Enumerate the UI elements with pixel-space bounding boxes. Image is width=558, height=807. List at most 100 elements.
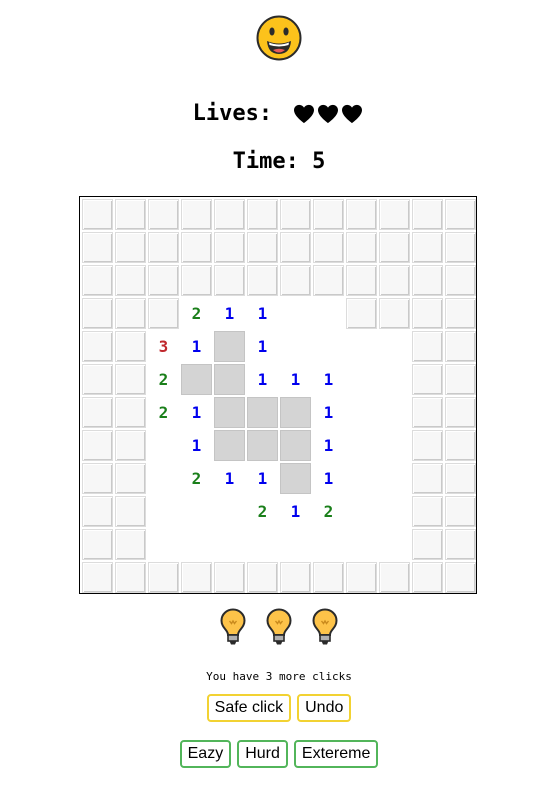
board-cell[interactable]	[148, 463, 179, 494]
board-cell[interactable]	[181, 265, 212, 296]
board-cell[interactable]	[346, 529, 377, 560]
board-cell[interactable]	[214, 364, 245, 395]
board-cell[interactable]	[181, 232, 212, 263]
board-cell[interactable]	[214, 496, 245, 527]
board-cell[interactable]	[346, 265, 377, 296]
board-cell-number[interactable]: 2	[181, 463, 212, 494]
board-cell[interactable]	[82, 463, 113, 494]
board-cell[interactable]	[346, 397, 377, 428]
board-cell[interactable]	[445, 232, 476, 263]
board-cell[interactable]	[115, 496, 146, 527]
board-cell[interactable]	[379, 562, 410, 593]
difficulty-hard-button[interactable]: Hurd	[237, 740, 288, 768]
smiley-face-icon[interactable]	[256, 15, 302, 61]
board-cell-number[interactable]: 1	[313, 364, 344, 395]
board-cell[interactable]	[346, 463, 377, 494]
board-cell[interactable]	[412, 397, 443, 428]
board-cell[interactable]	[346, 232, 377, 263]
board-cell[interactable]	[313, 265, 344, 296]
board-cell[interactable]	[214, 265, 245, 296]
board-cell[interactable]	[115, 364, 146, 395]
board-cell[interactable]	[412, 298, 443, 329]
board-cell-number[interactable]: 1	[313, 430, 344, 461]
board-cell[interactable]	[412, 496, 443, 527]
board-cell[interactable]	[346, 199, 377, 230]
difficulty-extreme-button[interactable]: Extereme	[293, 740, 379, 768]
board-cell[interactable]	[379, 397, 410, 428]
board-cell[interactable]	[181, 364, 212, 395]
board-cell[interactable]	[445, 364, 476, 395]
board-cell[interactable]	[346, 430, 377, 461]
board-cell-number[interactable]: 1	[247, 298, 278, 329]
board-cell[interactable]	[379, 232, 410, 263]
board-cell[interactable]	[445, 199, 476, 230]
board-cell[interactable]	[412, 430, 443, 461]
board-cell[interactable]	[445, 562, 476, 593]
board-cell[interactable]	[280, 430, 311, 461]
board-cell[interactable]	[280, 199, 311, 230]
board-cell[interactable]	[346, 364, 377, 395]
lightbulb-icon[interactable]	[312, 608, 338, 646]
board-cell[interactable]	[412, 331, 443, 362]
board-cell-number[interactable]: 1	[247, 364, 278, 395]
board-cell[interactable]	[247, 529, 278, 560]
board-cell[interactable]	[280, 397, 311, 428]
board-cell[interactable]	[247, 430, 278, 461]
board-cell[interactable]	[214, 331, 245, 362]
board-cell[interactable]	[214, 430, 245, 461]
difficulty-easy-button[interactable]: Eazy	[179, 740, 232, 768]
board-cell[interactable]	[82, 397, 113, 428]
board-cell-number[interactable]: 1	[181, 331, 212, 362]
board-cell-number[interactable]: 1	[247, 463, 278, 494]
board-cell[interactable]	[181, 496, 212, 527]
board-cell[interactable]	[82, 496, 113, 527]
board-cell[interactable]	[214, 199, 245, 230]
board-cell[interactable]	[379, 199, 410, 230]
board-cell-number[interactable]: 3	[148, 331, 179, 362]
board-cell[interactable]	[280, 265, 311, 296]
board-cell[interactable]	[313, 529, 344, 560]
board-cell[interactable]	[82, 265, 113, 296]
board-cell[interactable]	[115, 463, 146, 494]
board-cell[interactable]	[115, 430, 146, 461]
board-cell[interactable]	[115, 232, 146, 263]
board-cell[interactable]	[445, 265, 476, 296]
board-cell-number[interactable]: 1	[280, 364, 311, 395]
board-cell[interactable]	[445, 496, 476, 527]
board-cell[interactable]	[379, 529, 410, 560]
board-cell[interactable]	[115, 331, 146, 362]
board-cell[interactable]	[214, 529, 245, 560]
board-cell[interactable]	[214, 232, 245, 263]
board-cell[interactable]	[412, 232, 443, 263]
board-cell[interactable]	[346, 562, 377, 593]
board-cell[interactable]	[247, 232, 278, 263]
board-cell[interactable]	[181, 199, 212, 230]
board-cell[interactable]	[280, 529, 311, 560]
board-cell-number[interactable]: 2	[247, 496, 278, 527]
board-cell[interactable]	[346, 496, 377, 527]
board-cell[interactable]	[82, 562, 113, 593]
board-cell[interactable]	[379, 463, 410, 494]
board-cell[interactable]	[115, 298, 146, 329]
board-cell-number[interactable]: 2	[148, 364, 179, 395]
board-cell[interactable]	[313, 298, 344, 329]
board-cell[interactable]	[346, 298, 377, 329]
board-cell-number[interactable]: 2	[313, 496, 344, 527]
board-cell[interactable]	[313, 331, 344, 362]
board-cell[interactable]	[313, 562, 344, 593]
board-cell[interactable]	[313, 232, 344, 263]
board-cell-number[interactable]: 1	[214, 463, 245, 494]
board-cell-number[interactable]: 1	[181, 397, 212, 428]
board-cell[interactable]	[82, 364, 113, 395]
board-cell[interactable]	[82, 529, 113, 560]
board-cell[interactable]	[280, 562, 311, 593]
board-cell[interactable]	[280, 463, 311, 494]
lightbulb-icon[interactable]	[266, 608, 292, 646]
board-cell[interactable]	[82, 232, 113, 263]
board-cell[interactable]	[280, 232, 311, 263]
board-cell[interactable]	[379, 298, 410, 329]
board-cell[interactable]	[313, 199, 344, 230]
lightbulb-icon[interactable]	[220, 608, 246, 646]
board-cell[interactable]	[115, 199, 146, 230]
board-cell[interactable]	[181, 529, 212, 560]
